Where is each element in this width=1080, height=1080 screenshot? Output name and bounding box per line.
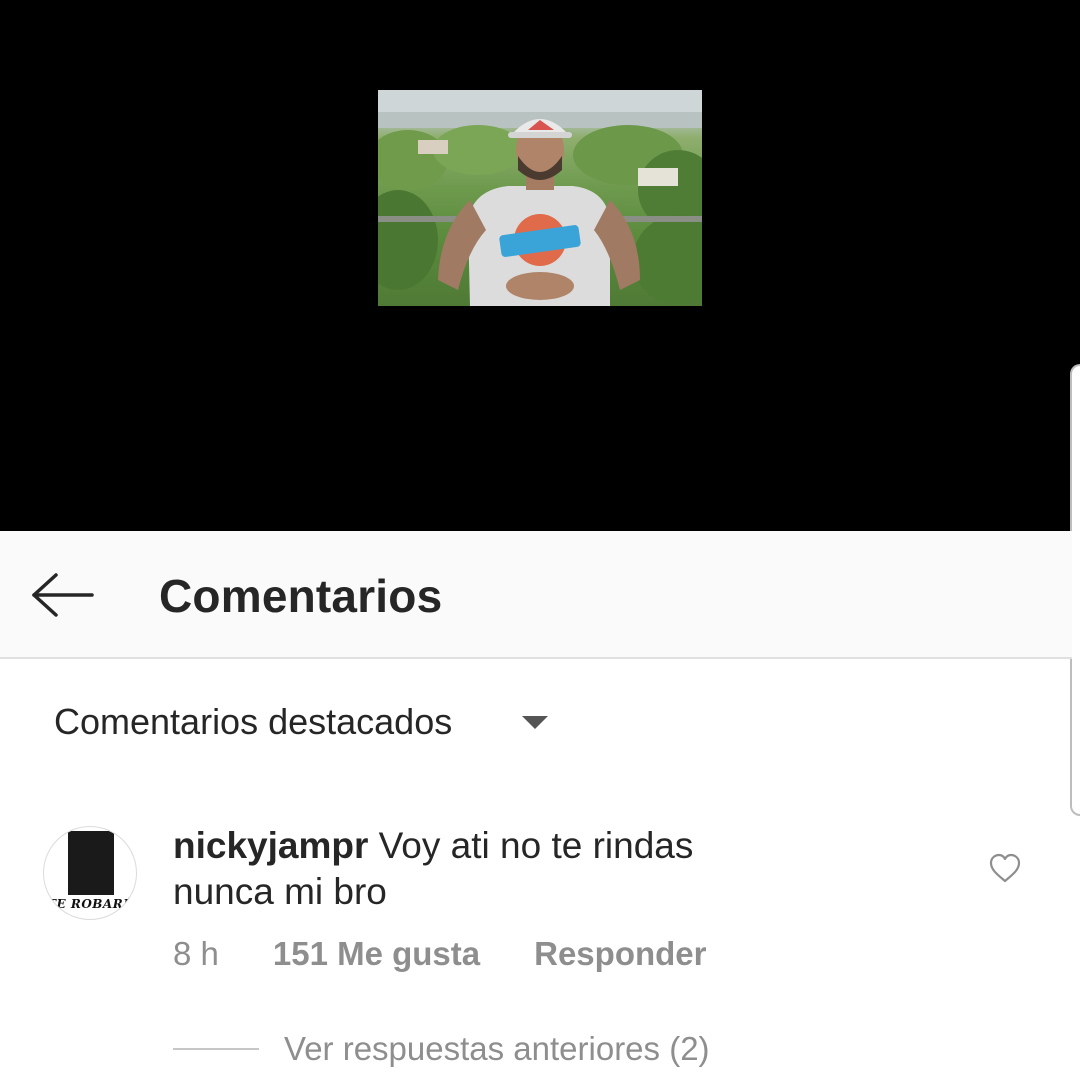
person-photo	[378, 90, 702, 306]
top-bar: Comentarios	[0, 531, 1072, 659]
reply-button[interactable]: Responder	[534, 935, 706, 973]
avatar[interactable]: TE ROBARÉ	[43, 826, 137, 920]
comment-username[interactable]: nickyjampr	[173, 825, 368, 866]
sort-label[interactable]: Comentarios destacados	[54, 701, 452, 743]
video-player[interactable]	[0, 0, 1080, 531]
replies-divider	[173, 1048, 259, 1050]
caret-down-icon[interactable]	[522, 715, 549, 729]
avatar-text: TE ROBARÉ	[47, 897, 133, 911]
video-thumbnail[interactable]	[378, 90, 702, 306]
comment-meta: 8 h 151 Me gusta Responder	[173, 933, 707, 975]
comment-likes[interactable]: 151 Me gusta	[273, 935, 480, 973]
avatar-image	[68, 831, 114, 895]
comments-screen: Comentarios Comentarios destacados TE RO…	[0, 0, 1080, 1080]
page-title: Comentarios	[159, 570, 443, 622]
view-replies-label[interactable]: Ver respuestas anteriores (2)	[284, 1030, 710, 1068]
arrow-left-icon[interactable]	[30, 571, 96, 619]
comment-text-block: nickyjampr Voy ati no te rindas nunca mi…	[173, 823, 773, 915]
view-replies[interactable]: Ver respuestas anteriores (2)	[173, 1028, 710, 1070]
comment-time: 8 h	[173, 935, 219, 972]
heart-outline-icon[interactable]	[988, 852, 1022, 884]
comment-sort-selector[interactable]: Comentarios destacados	[54, 700, 549, 744]
